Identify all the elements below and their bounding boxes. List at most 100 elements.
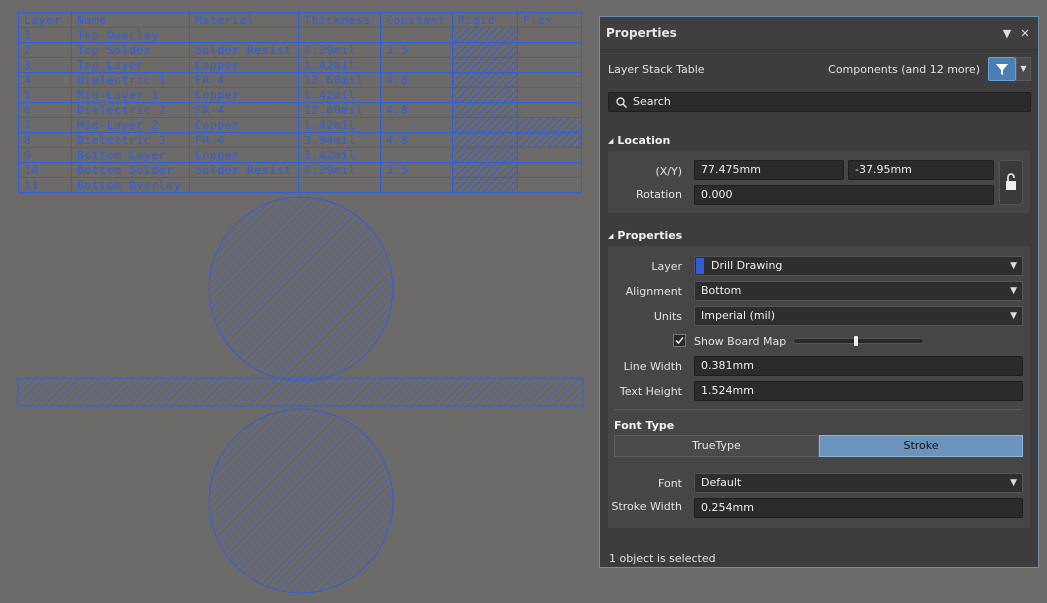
cell-thickness: 1.42mil xyxy=(298,87,381,103)
alignment-select-value: Bottom xyxy=(701,284,742,297)
cell-thickness xyxy=(298,177,381,193)
location-section-header[interactable]: ◢ Location xyxy=(608,134,670,147)
filter-button[interactable] xyxy=(988,57,1016,81)
cell-layer: 8 xyxy=(18,132,72,148)
units-select[interactable]: Imperial (mil) ▼ xyxy=(694,306,1023,326)
properties-section-title: Properties xyxy=(617,229,683,242)
col-header-flex: Flex xyxy=(517,12,582,28)
cell-constant: 3.5 xyxy=(380,162,453,178)
font-type-truetype[interactable]: TrueType xyxy=(614,435,819,457)
cell-rigid xyxy=(452,132,518,148)
cell-layer: 11 xyxy=(18,177,72,193)
table-row: 10 Bottom Solder Solder Resist 0.39mil 3.5 xyxy=(18,162,582,178)
properties-section-header[interactable]: ◢ Properties xyxy=(608,229,682,242)
col-header-rigid: Rigid xyxy=(452,12,518,28)
cell-name: Bottom Overlay xyxy=(71,177,190,193)
rotation-field[interactable]: 0.000 xyxy=(694,185,994,205)
cell-thickness: 0.39mil xyxy=(298,42,381,58)
panel-title: Properties xyxy=(606,26,677,40)
cell-material: Copper xyxy=(189,117,299,133)
status-text: 1 object is selected xyxy=(609,552,716,565)
cell-flex xyxy=(517,42,582,58)
alignment-select[interactable]: Bottom ▼ xyxy=(694,281,1023,301)
lock-icon xyxy=(1006,173,1016,190)
board-map-slider-handle[interactable] xyxy=(854,336,858,346)
layer-stack-table[interactable]: Layer Name Material Thickness Constant R… xyxy=(18,12,582,193)
cell-name: Bottom Layer xyxy=(71,147,190,163)
cell-material xyxy=(189,177,299,193)
panel-menu-icon[interactable]: ▼ xyxy=(1000,27,1014,40)
cell-material: Solder Resist xyxy=(189,42,299,58)
cell-flex xyxy=(517,72,582,88)
table-row: 3 Top Layer Copper 1.42mil xyxy=(18,57,582,73)
cell-layer: 5 xyxy=(18,87,72,103)
stroke-width-field[interactable]: 0.254mm xyxy=(694,498,1023,518)
cell-material: Copper xyxy=(189,87,299,103)
line-width-field[interactable]: 0.381mm xyxy=(694,356,1023,376)
show-board-map-checkbox[interactable] xyxy=(673,334,686,347)
cell-name: Top Overlay xyxy=(71,27,190,43)
lock-button[interactable] xyxy=(999,160,1023,205)
cell-flex xyxy=(517,177,582,193)
cell-flex xyxy=(517,87,582,103)
rigid-board-bottom xyxy=(208,408,394,594)
x-field[interactable]: 77.475mm xyxy=(694,160,844,180)
cell-thickness: 12.60mil xyxy=(298,102,381,118)
cell-thickness: 3.94mil xyxy=(298,132,381,148)
board-map-slider-track[interactable] xyxy=(793,338,924,344)
cell-rigid xyxy=(452,162,518,178)
layer-stack-header-row: Layer Name Material Thickness Constant R… xyxy=(18,12,582,28)
table-row: 7 Mid-Layer 2 Copper 1.42mil xyxy=(18,117,582,133)
properties-panel[interactable]: Properties ▼ ✕ Layer Stack Table Compone… xyxy=(599,16,1039,568)
location-section-title: Location xyxy=(617,134,671,147)
layer-color-swatch xyxy=(696,258,704,274)
chevron-down-icon: ▼ xyxy=(1020,64,1027,73)
cell-constant xyxy=(380,87,453,103)
cell-flex xyxy=(517,147,582,163)
cell-material xyxy=(189,27,299,43)
table-row: 4 Dielectric 1 FR-4 12.60mil 4.8 xyxy=(18,72,582,88)
y-field[interactable]: -37.95mm xyxy=(848,160,994,180)
layer-select[interactable]: Drill Drawing ▼ xyxy=(694,256,1023,276)
pcb-canvas[interactable]: Layer Name Material Thickness Constant R… xyxy=(0,0,598,603)
filter-icon xyxy=(996,64,1008,75)
cell-thickness: 1.42mil xyxy=(298,57,381,73)
cell-rigid xyxy=(452,42,518,58)
cell-name: Top Solder xyxy=(71,42,190,58)
search-placeholder: Search xyxy=(633,95,671,108)
checkmark-icon xyxy=(675,337,684,345)
layer-stack-body: 1 Top Overlay 2 Top Solder Solder Resist 0.39… xyxy=(18,27,582,193)
cell-rigid xyxy=(452,147,518,163)
search-input[interactable]: Search xyxy=(608,92,1031,112)
cell-constant xyxy=(380,177,453,193)
cell-thickness: 1.42mil xyxy=(298,147,381,163)
font-select[interactable]: Default ▼ xyxy=(694,473,1023,493)
col-header-thickness: Thickness xyxy=(298,12,381,28)
col-header-constant: Constant xyxy=(380,12,453,28)
object-type-label: Layer Stack Table xyxy=(608,63,705,76)
stroke-width-label: Stroke Width xyxy=(611,500,682,513)
cell-thickness xyxy=(298,27,381,43)
cell-rigid xyxy=(452,27,518,43)
chevron-down-icon: ▼ xyxy=(1010,311,1017,321)
table-row: 1 Top Overlay xyxy=(18,27,582,43)
close-icon[interactable]: ✕ xyxy=(1018,27,1032,40)
font-type-title: Font Type xyxy=(614,419,675,432)
font-type-stroke[interactable]: Stroke xyxy=(819,435,1023,457)
layer-label: Layer xyxy=(651,260,682,273)
cell-rigid xyxy=(452,57,518,73)
cell-flex xyxy=(517,132,582,148)
table-row: 8 Dielectric 3 FR-4 3.94mil 4.8 xyxy=(18,132,582,148)
cell-layer: 4 xyxy=(18,72,72,88)
cell-name: Mid-Layer 1 xyxy=(71,87,190,103)
filter-label: Components (and 12 more) xyxy=(828,63,980,76)
cell-rigid xyxy=(452,72,518,88)
rotation-label: Rotation xyxy=(635,188,682,201)
units-label: Units xyxy=(653,310,682,323)
search-icon xyxy=(616,97,627,108)
text-height-field[interactable]: 1.524mm xyxy=(694,381,1023,401)
line-width-label: Line Width xyxy=(623,360,682,373)
col-header-layer: Layer xyxy=(18,12,72,28)
filter-dropdown-button[interactable]: ▼ xyxy=(1016,57,1031,81)
cell-name: Dielectric 2 xyxy=(71,102,190,118)
